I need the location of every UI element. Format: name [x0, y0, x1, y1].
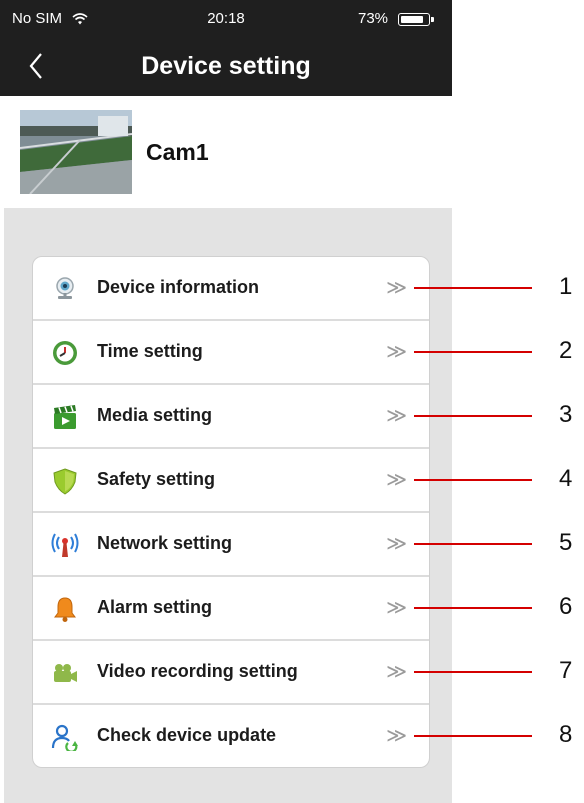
menu-item-video-recording-setting[interactable]: Video recording setting ≫	[33, 641, 429, 705]
device-name: Cam1	[146, 139, 209, 165]
callout-number: 3	[559, 401, 573, 428]
bell-icon	[51, 595, 79, 623]
double-chevron-icon: ≫	[386, 341, 407, 363]
clock-icon	[51, 339, 79, 367]
callout-number: 4	[559, 465, 573, 492]
menu-item-label: Media setting	[97, 405, 213, 425]
callout-number: 6	[559, 593, 573, 620]
callout-number: 1	[559, 273, 573, 300]
battery-percent: 73%	[358, 10, 389, 27]
menu-item-safety-setting[interactable]: Safety setting ≫	[33, 449, 429, 513]
antenna-icon	[51, 531, 79, 559]
camera-thumbnail[interactable]	[20, 110, 132, 194]
video-camera-icon	[51, 659, 79, 687]
device-header: Cam1	[0, 96, 452, 206]
callout-number: 2	[559, 337, 573, 364]
double-chevron-icon: ≫	[386, 469, 407, 491]
menu-item-label: Safety setting	[97, 469, 216, 489]
shield-icon	[51, 467, 79, 495]
status-bar: No SIM 20:18 73%	[0, 0, 452, 36]
camera-snapshot-image	[20, 110, 132, 194]
menu-item-label: Device information	[97, 277, 260, 297]
settings-panel: Device information ≫ Time setting ≫ Medi…	[4, 208, 452, 803]
navigation-bar: Device setting	[0, 36, 452, 96]
menu-item-label: Check device update	[97, 725, 277, 745]
callout-number: 7	[559, 657, 573, 684]
menu-item-label: Video recording setting	[97, 661, 298, 681]
menu-item-device-information[interactable]: Device information ≫	[33, 257, 429, 321]
menu-item-alarm-setting[interactable]: Alarm setting ≫	[33, 577, 429, 641]
double-chevron-icon: ≫	[386, 725, 407, 747]
double-chevron-icon: ≫	[386, 533, 407, 555]
settings-menu: Device information ≫ Time setting ≫ Medi…	[32, 256, 430, 768]
menu-item-label: Time setting	[97, 341, 203, 361]
webcam-icon	[51, 275, 79, 303]
double-chevron-icon: ≫	[386, 405, 407, 427]
user-update-icon	[51, 723, 79, 753]
double-chevron-icon: ≫	[386, 597, 407, 619]
menu-item-network-setting[interactable]: Network setting ≫	[33, 513, 429, 577]
menu-item-label: Network setting	[97, 533, 233, 553]
callout-number: 8	[559, 721, 573, 748]
double-chevron-icon: ≫	[386, 661, 407, 683]
phone-screen: No SIM 20:18 73% Device setting Cam1 Dev…	[0, 0, 452, 803]
clapperboard-icon	[51, 403, 79, 431]
double-chevron-icon: ≫	[386, 277, 407, 299]
menu-item-time-setting[interactable]: Time setting ≫	[33, 321, 429, 385]
menu-item-check-device-update[interactable]: Check device update ≫	[33, 705, 429, 767]
callout-number: 5	[559, 529, 573, 556]
battery-icon	[398, 13, 434, 26]
page-title: Device setting	[141, 52, 311, 80]
menu-item-label: Alarm setting	[97, 597, 213, 617]
menu-item-media-setting[interactable]: Media setting ≫	[33, 385, 429, 449]
